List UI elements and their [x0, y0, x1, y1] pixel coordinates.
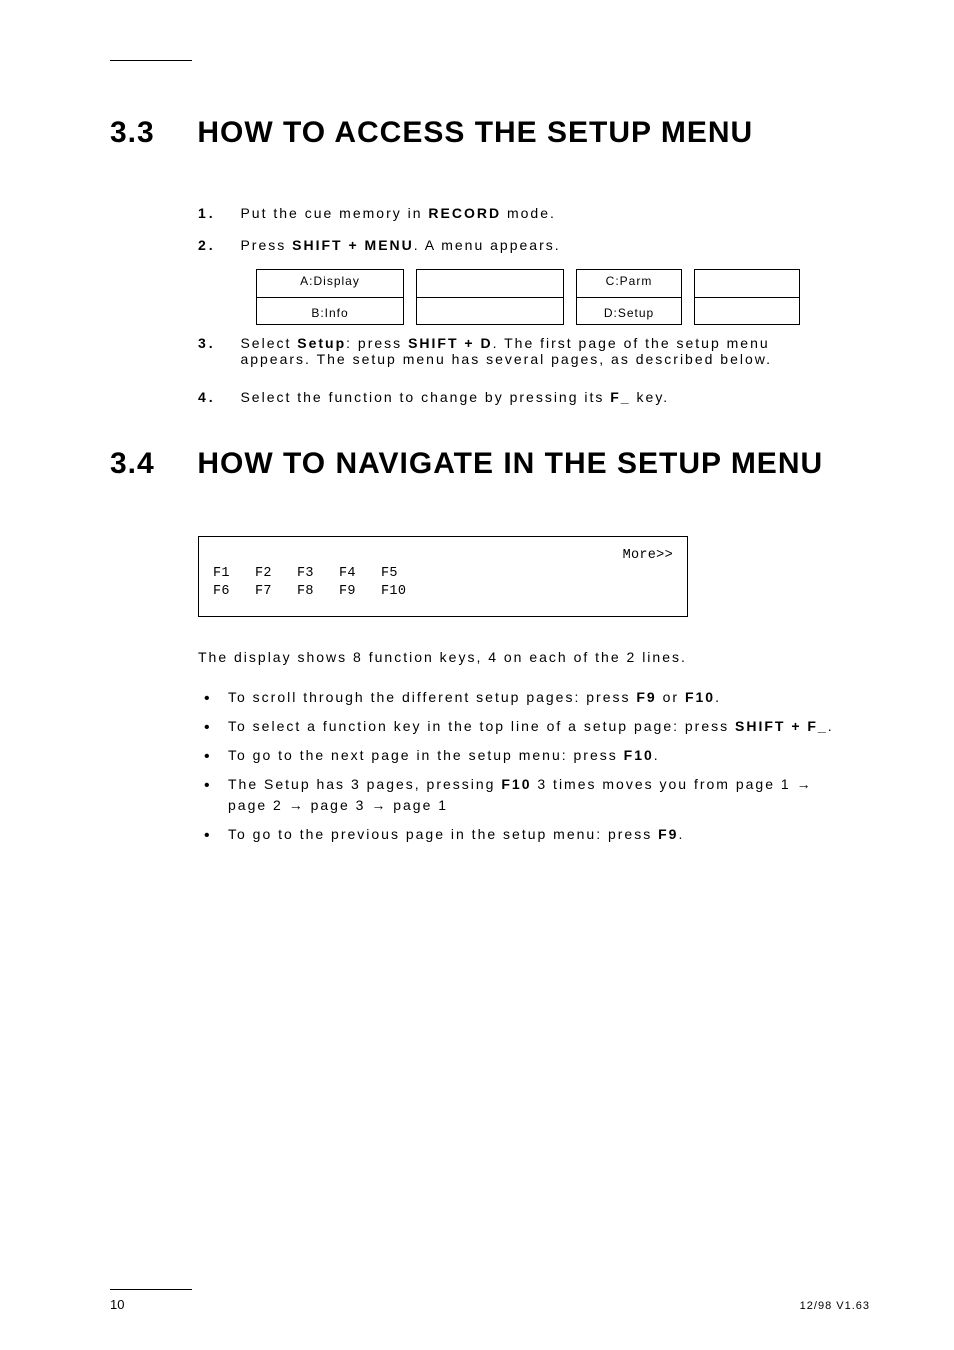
nav-figure-caption: The display shows 8 function keys, 4 on …: [198, 649, 828, 665]
nav-figure: More>> F1 F2 F3 F4 F5 F6 F7 F8 F9 F10: [198, 536, 688, 617]
top-rule: [110, 60, 192, 61]
menu-box-row: A:Display B:Info C:Parm D:Setup: [256, 269, 838, 325]
bullet-1: To scroll through the different setup pa…: [198, 687, 838, 708]
bullet-5: To go to the previous page in the setup …: [198, 824, 838, 845]
step-2: 2. Press SHIFT + MENU. A menu appears.: [198, 237, 838, 255]
nav-figure-line-2: F1 F2 F3 F4 F5: [213, 565, 673, 583]
section-3-4-title: HOW TO NAVIGATE IN THE SETUP MENU: [197, 447, 823, 480]
bullet-4: The Setup has 3 pages, pressing F10 3 ti…: [198, 774, 838, 816]
section-3-4-number: 3.4: [110, 447, 188, 481]
step-4: 4. Select the function to change by pres…: [198, 389, 838, 407]
step-4-number: 4.: [198, 389, 236, 405]
menu-box-1: A:Display B:Info: [256, 269, 404, 325]
menu-box-4: [694, 269, 800, 325]
bullet-2: To select a function key in the top line…: [198, 716, 838, 737]
section-3-3-number: 3.3: [110, 116, 188, 150]
step-3-number: 3.: [198, 335, 236, 351]
step-2-number: 2.: [198, 237, 236, 253]
bullet-3: To go to the next page in the setup menu…: [198, 745, 838, 766]
step-4-text: Select the function to change by pressin…: [240, 389, 820, 405]
bottom-rule: [110, 1289, 192, 1290]
nav-bullet-list: To scroll through the different setup pa…: [198, 687, 838, 845]
menu-box-2: [416, 269, 564, 325]
step-1-text: Put the cue memory in RECORD mode.: [240, 205, 820, 221]
arrow-right-icon: →: [371, 797, 387, 813]
step-1: 1. Put the cue memory in RECORD mode.: [198, 205, 838, 223]
step-3: 3. Select Setup: press SHIFT + D. The fi…: [198, 335, 838, 367]
arrow-right-icon: →: [289, 797, 305, 813]
section-3-4-heading: 3.4 HOW TO NAVIGATE IN THE SETUP MENU: [110, 447, 870, 481]
steps-3-3: 1. Put the cue memory in RECORD mode. 2.…: [198, 205, 838, 407]
arrow-right-icon: →: [797, 776, 813, 792]
section-3-3-title: HOW TO ACCESS THE SETUP MENU: [197, 116, 753, 149]
step-1-number: 1.: [198, 205, 236, 221]
doc-version: 12/98 V1.63: [800, 1300, 870, 1312]
step-3-text: Select Setup: press SHIFT + D. The first…: [240, 335, 820, 367]
nav-figure-line-4: F6 F7 F8 F9 F10: [213, 583, 673, 601]
menu-box-3: C:Parm D:Setup: [576, 269, 682, 325]
nav-figure-line-1: More>>: [213, 547, 673, 565]
section-3-3-heading: 3.3 HOW TO ACCESS THE SETUP MENU: [110, 116, 870, 150]
step-2-text: Press SHIFT + MENU. A menu appears.: [240, 237, 820, 253]
page-number: 10: [110, 1297, 124, 1312]
